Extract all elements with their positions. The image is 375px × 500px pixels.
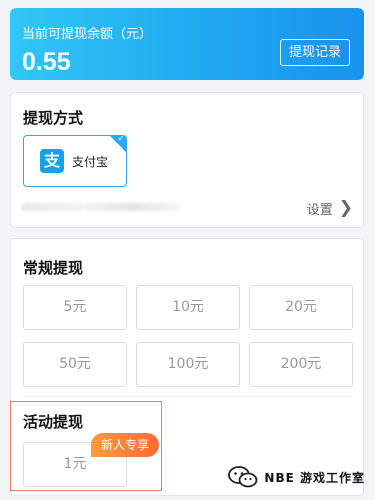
withdraw-amount-card: 常规提现 5元 10元 20元 50元 100元 200元 活动提现 1元 新人… <box>10 238 364 496</box>
watermark-text: NBE 游戏工作室 <box>264 470 365 485</box>
regular-withdraw-title: 常规提现 <box>23 259 84 277</box>
checkmark-icon: ✓ <box>117 135 125 144</box>
section-divider <box>23 396 351 397</box>
alipay-option[interactable]: 支 支付宝 ✓ <box>23 135 127 187</box>
amount-option-20[interactable]: 20元 <box>249 285 353 330</box>
amount-option-10[interactable]: 10元 <box>136 285 240 330</box>
balance-banner: 当前可提现余额（元） 0.55 提现记录 <box>10 8 364 80</box>
withdraw-record-button[interactable]: 提现记录 <box>279 39 350 66</box>
chevron-right-icon: ❯ <box>338 198 353 218</box>
balance-amount: 0.55 <box>22 48 71 76</box>
amount-option-200[interactable]: 200元 <box>249 342 353 387</box>
withdraw-method-title: 提现方式 <box>23 109 84 127</box>
amount-option-5[interactable]: 5元 <box>23 285 127 330</box>
alipay-icon: 支 <box>40 149 64 173</box>
settings-label: 设置 <box>306 203 333 218</box>
masked-account-info <box>21 203 181 211</box>
balance-label: 当前可提现余额（元） <box>22 27 153 42</box>
alipay-label: 支付宝 <box>72 155 109 169</box>
new-user-badge: 新人专享 <box>91 433 160 457</box>
watermark: NBE 游戏工作室 <box>228 466 365 488</box>
settings-link[interactable]: 设置 ❯ <box>306 198 353 219</box>
amount-option-100[interactable]: 100元 <box>136 342 240 387</box>
amount-option-50[interactable]: 50元 <box>23 342 127 387</box>
activity-withdraw-title: 活动提现 <box>23 413 84 431</box>
withdraw-method-card: 提现方式 支 支付宝 ✓ 设置 ❯ <box>10 92 364 228</box>
wechat-icon <box>228 466 258 488</box>
